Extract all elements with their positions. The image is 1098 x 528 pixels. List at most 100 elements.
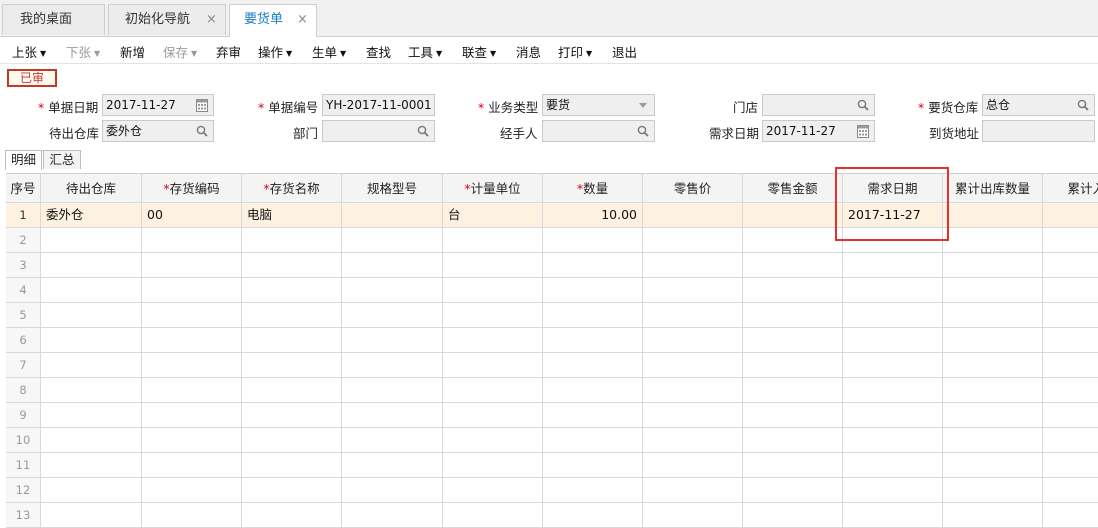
column-header-seq[interactable]: 序号 [6,173,41,203]
cell-spec[interactable] [342,403,443,428]
cell-cum-in-qty[interactable] [1043,428,1098,453]
cell-unit[interactable] [443,353,543,378]
cell-retail-price[interactable] [643,253,743,278]
cell-item-code[interactable] [142,278,242,303]
toolbar-generate-button[interactable]: 生单 ▼ [312,42,346,61]
cell-quantity[interactable] [543,228,643,253]
cell-quantity[interactable] [543,278,643,303]
arrival-address-field[interactable] [982,120,1095,142]
column-header-cum-out-qty[interactable]: 累计出库数量 [943,173,1043,203]
cell-item-name[interactable] [242,253,342,278]
cell-item-name[interactable] [242,328,342,353]
cell-out-warehouse[interactable] [41,478,142,503]
cell-item-name[interactable] [242,403,342,428]
cell-spec[interactable] [342,228,443,253]
cell-item-name[interactable] [242,453,342,478]
cell-retail-price[interactable] [643,203,743,228]
cell-quantity[interactable] [543,353,643,378]
cell-retail-amount[interactable] [743,453,843,478]
cell-unit[interactable] [443,278,543,303]
cell-out-warehouse[interactable]: 委外仓 [41,203,142,228]
column-header-quantity[interactable]: *数量 [543,173,643,203]
cell-cum-out-qty[interactable] [943,503,1043,528]
subtab-summary[interactable]: 汇总 [43,150,81,169]
cell-cum-out-qty[interactable] [943,478,1043,503]
tab-init-navigation[interactable]: 初始化导航 × [108,4,226,35]
cell-unit[interactable] [443,403,543,428]
cell-demand-date[interactable] [843,403,943,428]
cell-out-warehouse[interactable] [41,228,142,253]
cell-spec[interactable] [342,428,443,453]
cell-retail-price[interactable] [643,278,743,303]
cell-retail-amount[interactable] [743,278,843,303]
cell-out-warehouse[interactable] [41,353,142,378]
toolbar-new-button[interactable]: 新增 [120,42,145,61]
cell-demand-date[interactable] [843,278,943,303]
cell-demand-date[interactable] [843,453,943,478]
cell-item-name[interactable] [242,478,342,503]
cell-cum-in-qty[interactable] [1043,203,1098,228]
cell-item-name[interactable] [242,428,342,453]
cell-out-warehouse[interactable] [41,278,142,303]
cell-item-name[interactable] [242,278,342,303]
cell-cum-out-qty[interactable] [943,353,1043,378]
cell-cum-in-qty[interactable] [1043,378,1098,403]
search-icon[interactable] [637,124,649,138]
cell-spec[interactable] [342,328,443,353]
cell-cum-in-qty[interactable] [1043,403,1098,428]
store-field[interactable] [762,94,875,116]
cell-spec[interactable] [342,278,443,303]
tab-my-desktop[interactable]: 我的桌面 [2,4,105,35]
cell-demand-date[interactable] [843,353,943,378]
cell-quantity[interactable] [543,478,643,503]
cell-out-warehouse[interactable] [41,253,142,278]
cell-spec[interactable] [342,478,443,503]
cell-out-warehouse[interactable] [41,328,142,353]
toolbar-linked-query-button[interactable]: 联查 ▼ [462,42,496,61]
cell-out-warehouse[interactable] [41,403,142,428]
cell-retail-amount[interactable] [743,503,843,528]
biz-type-select[interactable]: 要货 [542,94,655,116]
calendar-icon[interactable] [196,98,208,112]
column-header-retail-price[interactable]: 零售价 [643,173,743,203]
cell-item-name[interactable] [242,353,342,378]
cell-item-code[interactable]: 00 [142,203,242,228]
cell-item-code[interactable] [142,453,242,478]
cell-item-code[interactable] [142,378,242,403]
cell-cum-in-qty[interactable] [1043,278,1098,303]
cell-cum-out-qty[interactable] [943,228,1043,253]
cell-demand-date[interactable] [843,328,943,353]
cell-retail-amount[interactable] [743,203,843,228]
cell-item-name[interactable] [242,503,342,528]
cell-unit[interactable] [443,253,543,278]
cell-cum-out-qty[interactable] [943,328,1043,353]
cell-quantity[interactable] [543,378,643,403]
cell-unit[interactable]: 台 [443,203,543,228]
column-header-spec[interactable]: 规格型号 [342,173,443,203]
search-icon[interactable] [196,124,208,138]
cell-unit[interactable] [443,428,543,453]
column-header-item-code[interactable]: *存货编码 [142,173,242,203]
cell-unit[interactable] [443,303,543,328]
handler-field[interactable] [542,120,655,142]
cell-out-warehouse[interactable] [41,378,142,403]
column-header-unit[interactable]: *计量单位 [443,173,543,203]
cell-retail-price[interactable] [643,378,743,403]
cell-spec[interactable] [342,503,443,528]
toolbar-exit-button[interactable]: 退出 [612,42,637,61]
cell-retail-price[interactable] [643,478,743,503]
cell-retail-price[interactable] [643,428,743,453]
out-warehouse-field[interactable]: 委外仓 [102,120,214,142]
cell-demand-date[interactable] [843,253,943,278]
cell-cum-in-qty[interactable] [1043,328,1098,353]
cell-retail-amount[interactable] [743,428,843,453]
cell-cum-out-qty[interactable] [943,253,1043,278]
cell-retail-price[interactable] [643,353,743,378]
cell-item-name[interactable]: 电脑 [242,203,342,228]
toolbar-unapprove-button[interactable]: 弃审 [216,42,241,61]
cell-cum-in-qty[interactable] [1043,253,1098,278]
cell-spec[interactable] [342,378,443,403]
cell-spec[interactable] [342,253,443,278]
toolbar-next-button[interactable]: 下张 ▼ [66,42,100,61]
cell-cum-out-qty[interactable] [943,378,1043,403]
